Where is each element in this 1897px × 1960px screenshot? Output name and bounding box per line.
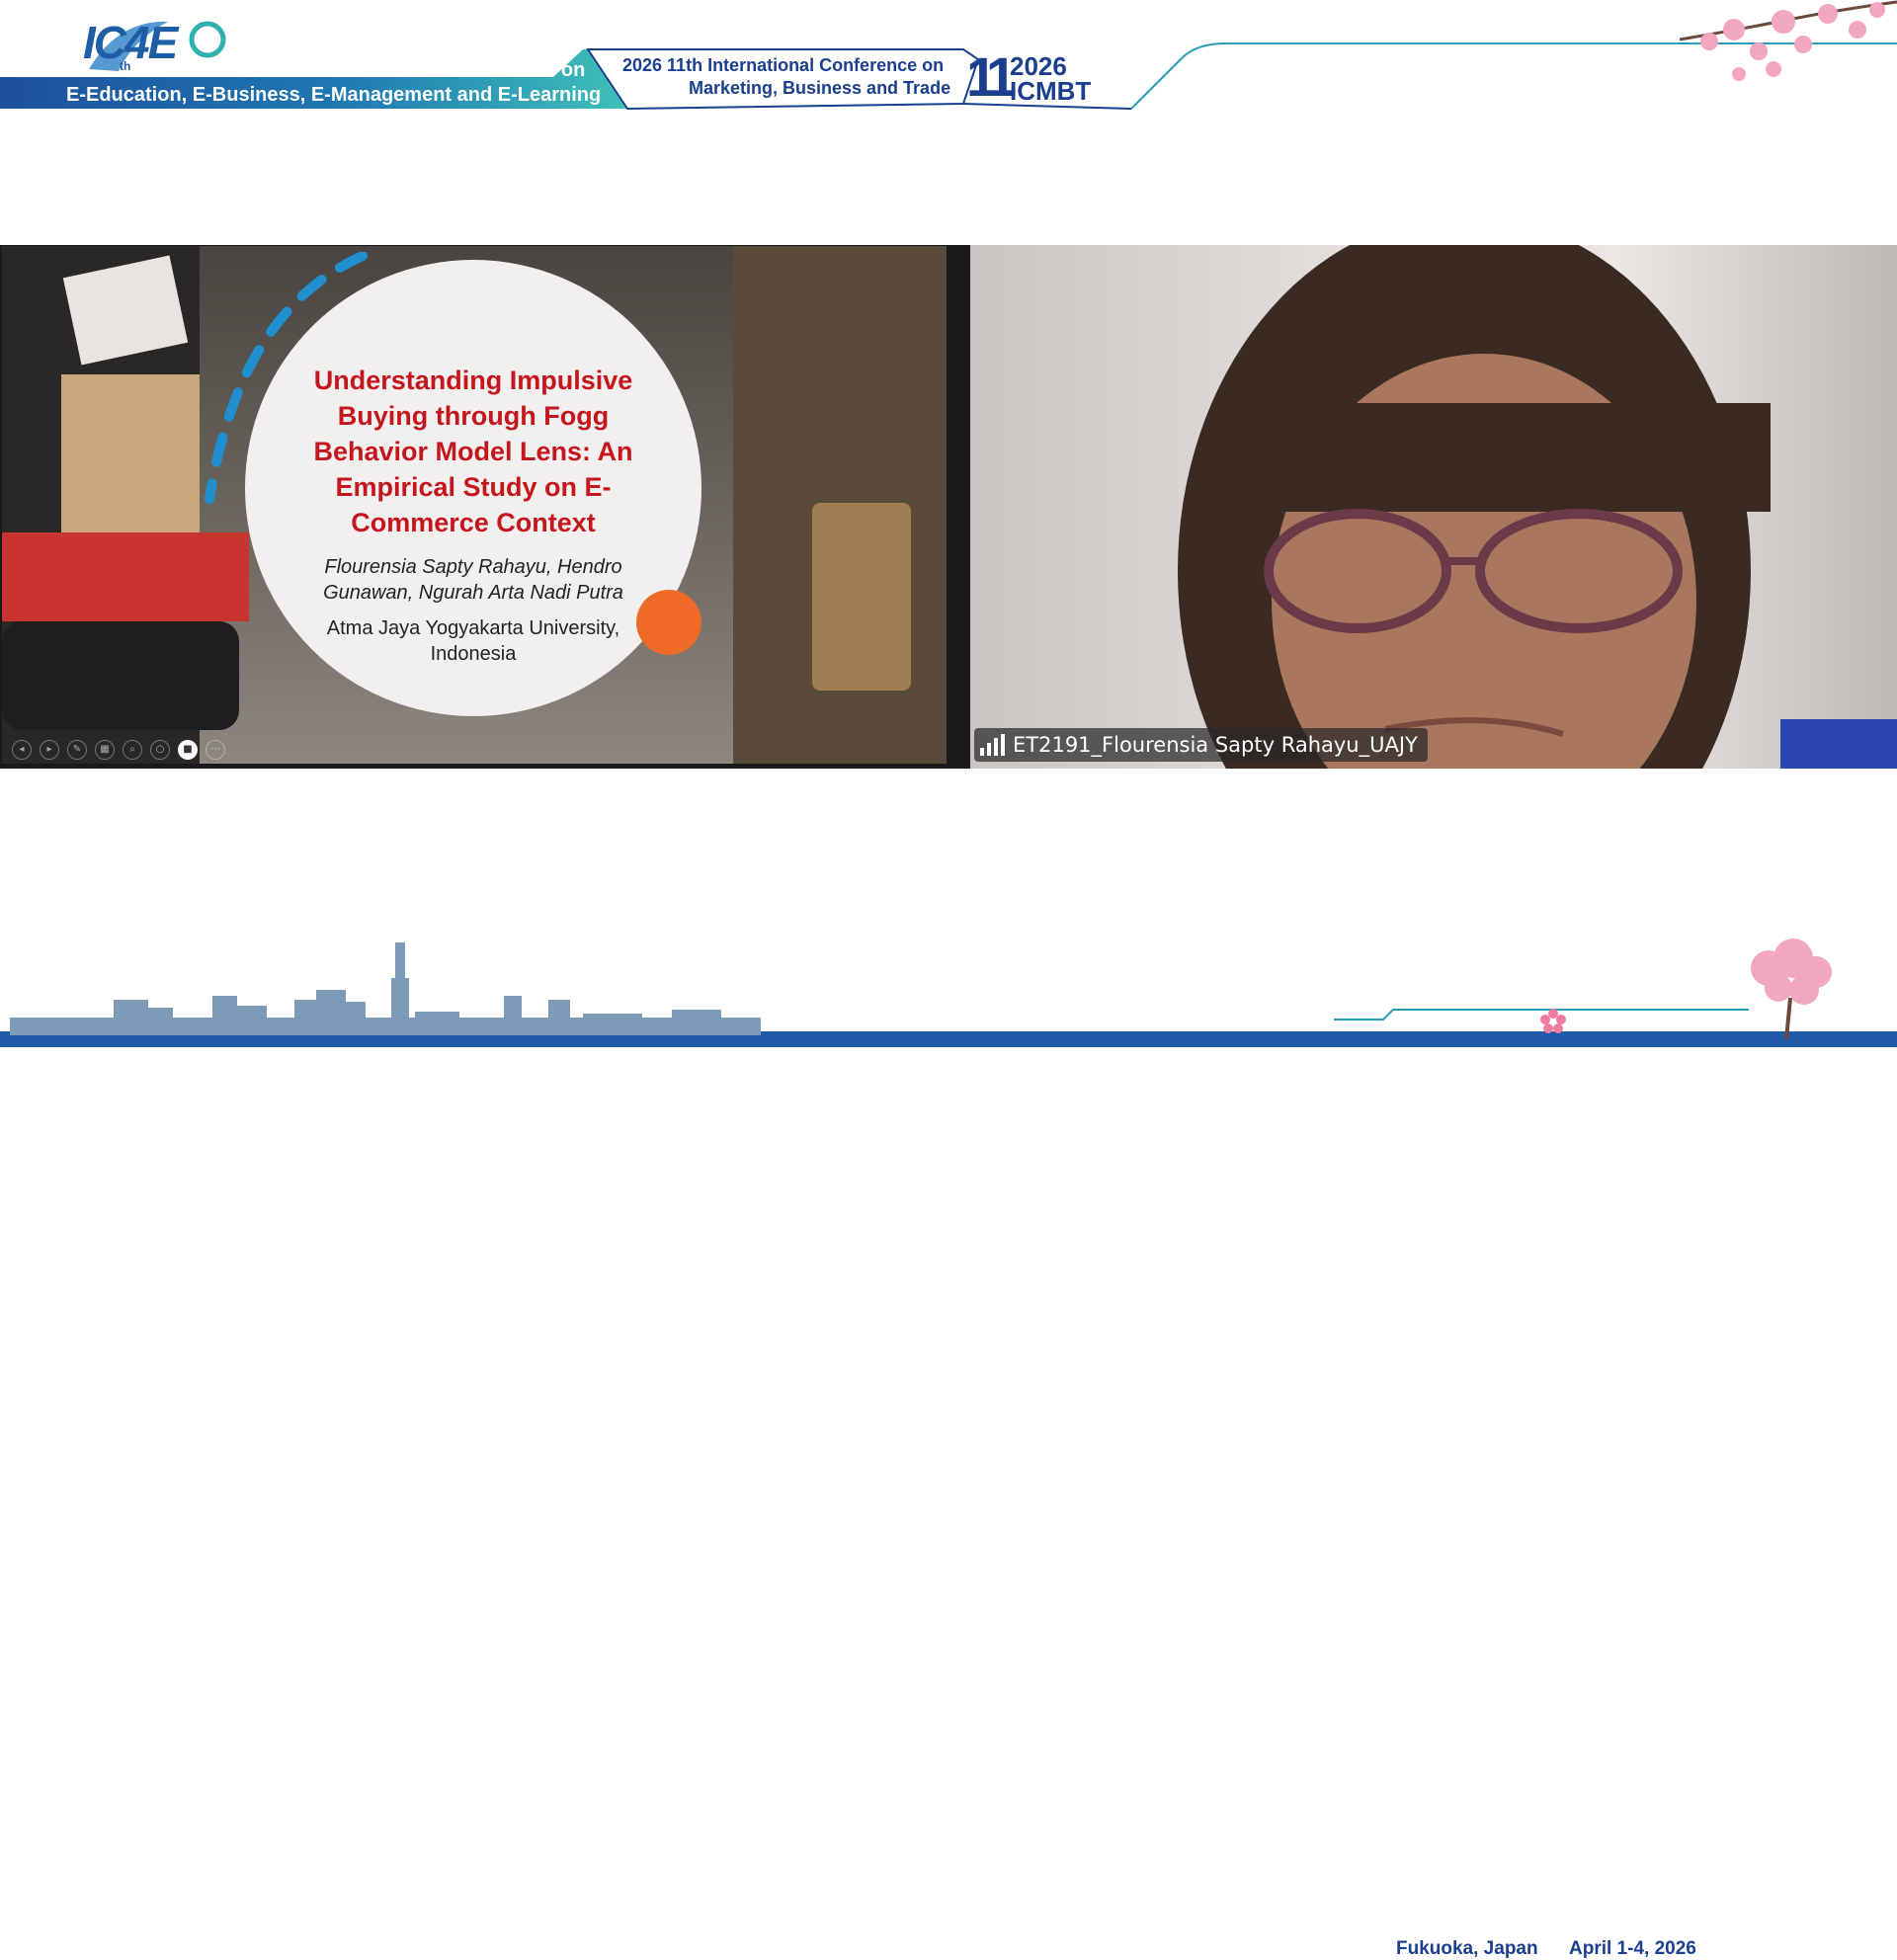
slideshow-toolbar: ◂ ▸ ✎ ▦ ⌕ ○ ■ ⋯ <box>12 740 225 760</box>
conference-header-banner: IC4E th 2026 17th International Conferen… <box>0 0 1897 114</box>
icmbt-logo-number: 11 <box>966 45 1017 108</box>
footer-location: Fukuoka, Japan <box>1396 1938 1538 1959</box>
slides-grid-icon[interactable]: ▦ <box>95 740 115 760</box>
camera-icon[interactable]: ■ <box>178 740 198 760</box>
icmbt-conference-title-line1: 2026 11th International Conference on <box>622 55 945 75</box>
ic4e-conference-title-line1: 2026 17th International Conference on <box>227 59 586 81</box>
slide-affiliation: Atma Jaya Yogyakarta University, Indones… <box>326 617 620 665</box>
slide-bg-fragile-tape <box>2 532 249 621</box>
prev-icon[interactable]: ◂ <box>12 740 32 760</box>
slide-orange-dot <box>636 590 701 655</box>
participant-video-tile[interactable]: ET2191_Flourensia Sapty Rahayu_UAJY <box>970 245 1897 769</box>
icmbt-conference-title-line2: Marketing, Business and Trade <box>689 78 951 98</box>
footer-dates: April 1-4, 2026 <box>1569 1938 1696 1959</box>
participant-video-feed <box>1178 245 1897 769</box>
icmbt-logo-name: ICMBT <box>1010 76 1092 106</box>
participant-name-tag: ET2191_Flourensia Sapty Rahayu_UAJY <box>974 728 1428 762</box>
conference-footer-banner: Fukuoka, Japan April 1-4, 2026 <box>0 929 1897 1959</box>
more-icon[interactable]: ⋯ <box>206 740 225 760</box>
footer-skyline-art <box>0 939 1897 1047</box>
ic4e-logo-ordinal: th <box>120 59 131 73</box>
slide-title: Understanding Impulsive Buying through F… <box>313 366 633 537</box>
zoom-icon[interactable]: ⌕ <box>123 740 142 760</box>
cherry-blossom-branch-icon <box>1680 0 1897 81</box>
slide-bg-cardboard-box <box>61 374 200 532</box>
shared-screen-pane[interactable]: Understanding Impulsive Buying through F… <box>0 245 970 769</box>
presentation-slide: Understanding Impulsive Buying through F… <box>2 246 947 764</box>
slide-bg-black-bag <box>2 621 239 730</box>
slide-authors: Flourensia Sapty Rahayu, Hendro Gunawan,… <box>323 556 623 604</box>
next-icon[interactable]: ▸ <box>40 740 59 760</box>
signal-strength-icon <box>980 734 1005 756</box>
participant-name: ET2191_Flourensia Sapty Rahayu_UAJY <box>1013 733 1418 757</box>
subtitles-icon[interactable]: ○ <box>150 740 170 760</box>
slide-bg-wicker-basket <box>812 503 911 691</box>
ic4e-conference-title-line2: E-Education, E-Business, E-Management an… <box>66 84 602 106</box>
pen-icon[interactable]: ✎ <box>67 740 87 760</box>
